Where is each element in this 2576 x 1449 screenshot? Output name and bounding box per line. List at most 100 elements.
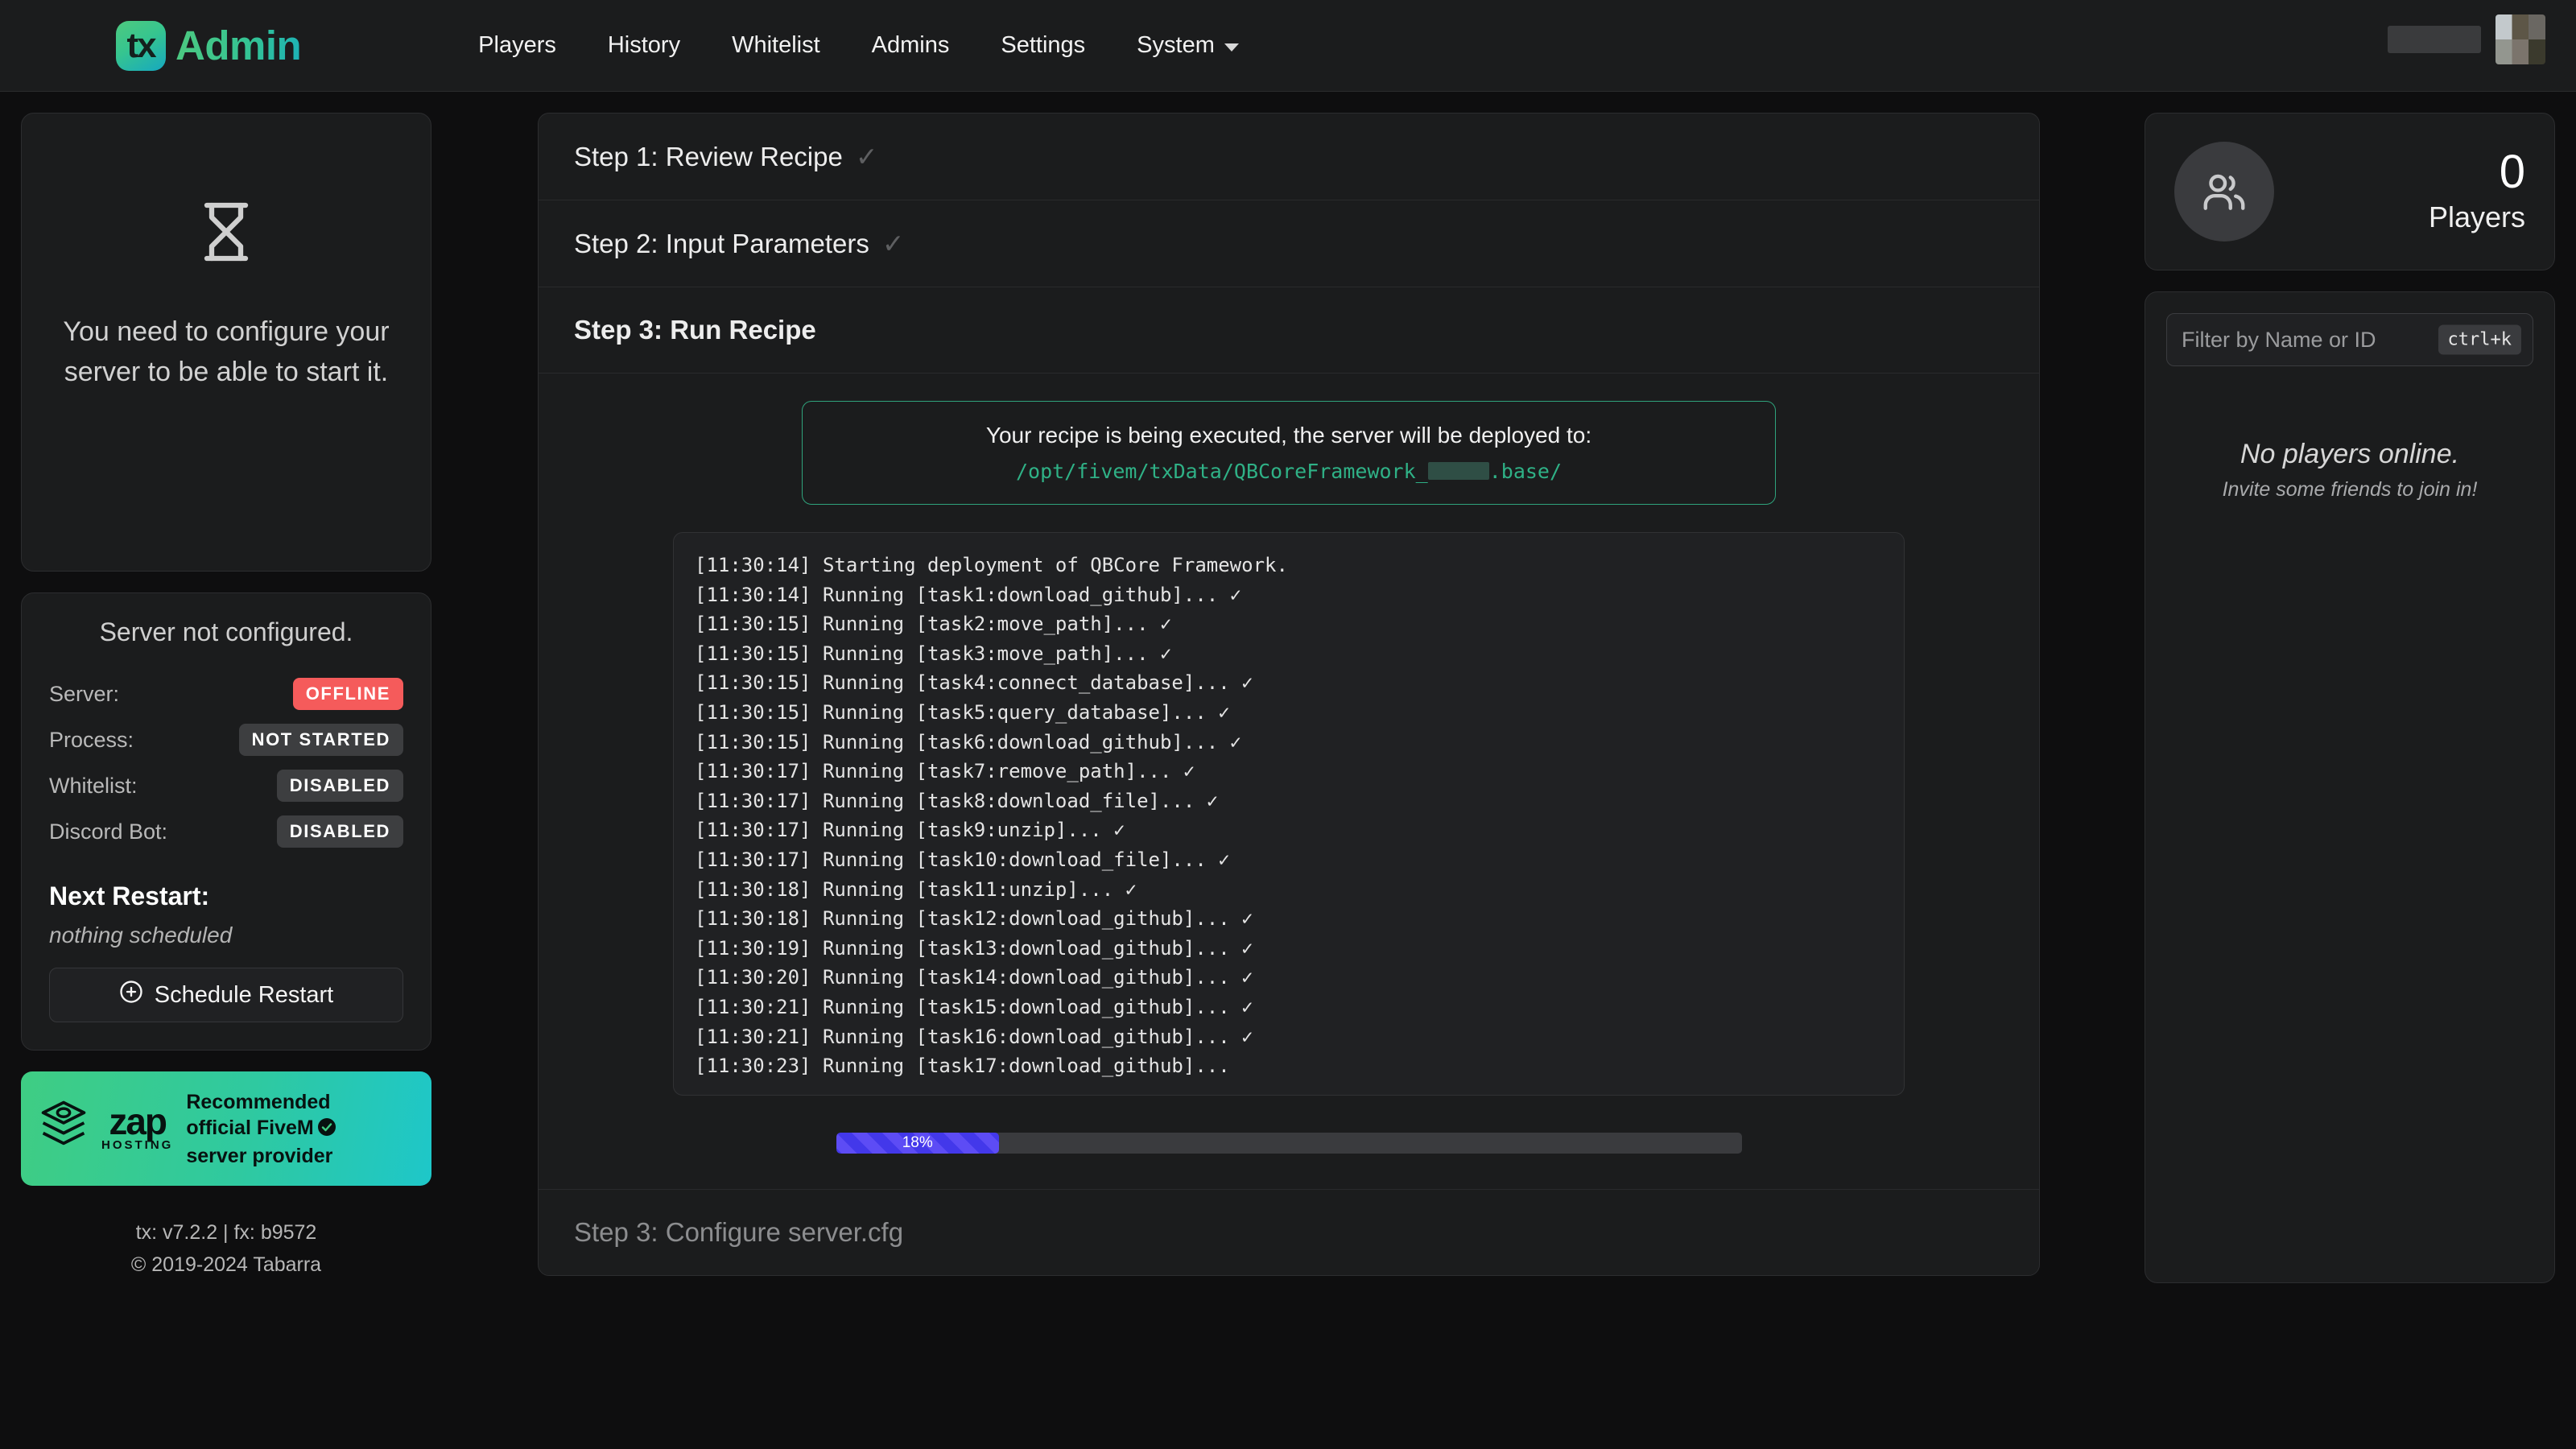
sidebar-footer: tx: v7.2.2 | fx: b9572 © 2019-2024 Tabar…	[21, 1216, 431, 1281]
terminal-line: [11:30:14] Running [task1:download_githu…	[695, 583, 1242, 606]
terminal-line: [11:30:23] Running [task17:download_gith…	[695, 1055, 1230, 1078]
player-filter-input[interactable]: Filter by Name or ID ctrl+k	[2166, 313, 2533, 366]
players-count-block: 0 Players	[2429, 149, 2525, 234]
players-count: 0	[2499, 146, 2525, 198]
schedule-restart-label: Schedule Restart	[154, 981, 334, 1008]
terminal-line: [11:30:19] Running [task13:download_gith…	[695, 936, 1253, 960]
deploy-path-prefix: /opt/fivem/txData/QBCoreFramework_	[1015, 460, 1428, 483]
terminal-line: [11:30:15] Running [task2:move_path]... …	[695, 613, 1172, 636]
step-1-review-recipe[interactable]: Step 1: Review Recipe ✓	[539, 114, 2039, 200]
status-row-discord-bot: Discord Bot: DISABLED	[49, 815, 403, 848]
progress-percent-label: 18%	[902, 1134, 933, 1151]
deploy-path-suffix: .base/	[1488, 460, 1563, 483]
step-2-input-parameters[interactable]: Step 2: Input Parameters ✓	[539, 200, 2039, 287]
next-restart-label: Next Restart:	[49, 881, 210, 910]
status-label: Whitelist:	[49, 773, 138, 798]
nav-label: Players	[478, 32, 556, 58]
terminal-line: [11:30:15] Running [task6:download_githu…	[695, 730, 1242, 753]
nav-item-system[interactable]: System	[1111, 21, 1265, 70]
nav-item-admins[interactable]: Admins	[846, 21, 976, 70]
step-label: Step 3: Configure server.cfg	[574, 1217, 904, 1247]
empty-title: No players online.	[2240, 439, 2460, 469]
step-3-configure-server-cfg[interactable]: Step 3: Configure server.cfg	[539, 1190, 2039, 1275]
verified-badge-icon	[317, 1117, 336, 1143]
page-layout: You need to configure your server to be …	[0, 92, 2576, 1449]
terminal-line: [11:30:18] Running [task12:download_gith…	[695, 907, 1253, 931]
terminal-line: [11:30:21] Running [task16:download_gith…	[695, 1025, 1253, 1048]
status-badge-whitelist: DISABLED	[276, 770, 403, 802]
status-row-whitelist: Whitelist: DISABLED	[49, 770, 403, 802]
status-title: Server not configured.	[99, 617, 353, 646]
status-badge-discord-bot: DISABLED	[276, 815, 403, 848]
zap-hosting-banner[interactable]: zap HOSTING Recommended official FiveM s…	[21, 1071, 431, 1186]
players-label: Players	[2428, 200, 2525, 233]
left-sidebar: You need to configure your server to be …	[21, 113, 431, 1449]
plus-circle-icon	[119, 980, 143, 1010]
zap-box-icon	[39, 1100, 89, 1158]
terminal-line: [11:30:17] Running [task10:download_file…	[695, 848, 1230, 871]
schedule-restart-button[interactable]: Schedule Restart	[49, 968, 403, 1022]
nav-item-players[interactable]: Players	[452, 21, 582, 70]
status-label: Discord Bot:	[49, 819, 168, 844]
zap-line1: Recommended	[186, 1090, 331, 1113]
step-3-run-recipe[interactable]: Step 3: Run Recipe	[539, 287, 2039, 374]
empty-subtitle: Invite some friends to join in!	[2222, 478, 2478, 501]
terminal-line: [11:30:15] Running [task3:move_path]... …	[695, 642, 1172, 665]
account-username-redacted	[2388, 26, 2481, 53]
deploy-message: Your recipe is being executed, the serve…	[985, 423, 1592, 448]
notice-text: You need to configure your server to be …	[63, 316, 390, 387]
txadmin-logo-icon: tx	[116, 20, 166, 71]
keyboard-shortcut-badge: ctrl+k	[2438, 324, 2521, 355]
terminal-line: [11:30:15] Running [task5:query_database…	[695, 700, 1230, 724]
check-icon: ✓	[855, 142, 878, 171]
progress-track: 18%	[836, 1133, 1742, 1154]
deployment-log-terminal[interactable]: [11:30:14] Starting deployment of QBCore…	[673, 532, 1905, 1096]
zap-wordmark: zap HOSTING	[101, 1100, 174, 1153]
deploy-path-redacted	[1427, 462, 1489, 480]
nav-label: Whitelist	[732, 32, 820, 58]
nav-label: System	[1137, 32, 1215, 58]
hourglass-icon	[197, 200, 255, 267]
terminal-line: [11:30:17] Running [task8:download_file]…	[695, 789, 1219, 812]
step-label: Step 3: Run Recipe	[574, 315, 816, 345]
zap-word: zap	[109, 1100, 167, 1142]
terminal-line: [11:30:17] Running [task7:remove_path]..…	[695, 760, 1195, 783]
right-sidebar: 0 Players Filter by Name or ID ctrl+k No…	[2145, 113, 2555, 1449]
avatar[interactable]	[2496, 14, 2545, 64]
terminal-line: [11:30:21] Running [task15:download_gith…	[695, 995, 1253, 1018]
deploy-path: /opt/fivem/txData/QBCoreFramework_ .base/	[827, 460, 1751, 483]
status-badge-process: NOT STARTED	[238, 724, 403, 756]
check-icon: ✓	[881, 229, 905, 258]
deployer-accordion: Step 1: Review Recipe ✓ Step 2: Input Pa…	[538, 113, 2040, 1276]
nav-item-whitelist[interactable]: Whitelist	[706, 21, 846, 70]
zap-line3: server provider	[186, 1144, 333, 1167]
copyright-text: © 2019-2024 Tabarra	[130, 1253, 322, 1276]
progress-fill: 18%	[836, 1133, 999, 1154]
version-text: tx: v7.2.2 | fx: b9572	[135, 1221, 317, 1244]
next-restart-value: nothing scheduled	[49, 923, 233, 947]
players-empty-state: No players online. Invite some friends t…	[2166, 439, 2533, 502]
nav-label: Admins	[871, 32, 950, 58]
deploy-banner: Your recipe is being executed, the serve…	[802, 401, 1776, 505]
status-label: Server:	[49, 681, 120, 706]
terminal-line: [11:30:17] Running [task9:unzip]... ✓	[695, 819, 1125, 842]
brand-name: Admin	[175, 23, 302, 68]
brand-logo-link[interactable]: tx Admin	[116, 20, 302, 71]
account-area[interactable]	[2388, 14, 2545, 64]
players-list-card: Filter by Name or ID ctrl+k No players o…	[2145, 291, 2555, 1283]
deployment-progress: 18%	[836, 1133, 1742, 1154]
users-icon	[2174, 142, 2274, 242]
zap-sub: HOSTING	[101, 1138, 174, 1153]
terminal-line: [11:30:15] Running [task4:connect_databa…	[695, 671, 1253, 695]
status-row-process: Process: NOT STARTED	[49, 724, 403, 756]
status-label: Process:	[49, 727, 134, 752]
nav-item-settings[interactable]: Settings	[975, 21, 1111, 70]
top-navigation-bar: tx Admin Players History Whitelist Admin…	[0, 0, 2576, 92]
server-status-card: Server not configured. Server: OFFLINE P…	[21, 592, 431, 1051]
nav-item-history[interactable]: History	[582, 21, 706, 70]
status-badge-server: OFFLINE	[292, 678, 403, 710]
status-row-server: Server: OFFLINE	[49, 678, 403, 710]
zap-tagline: Recommended official FiveM server provid…	[186, 1089, 336, 1169]
main-content: Step 1: Review Recipe ✓ Step 2: Input Pa…	[431, 113, 2145, 1449]
nav-label: History	[607, 32, 681, 58]
